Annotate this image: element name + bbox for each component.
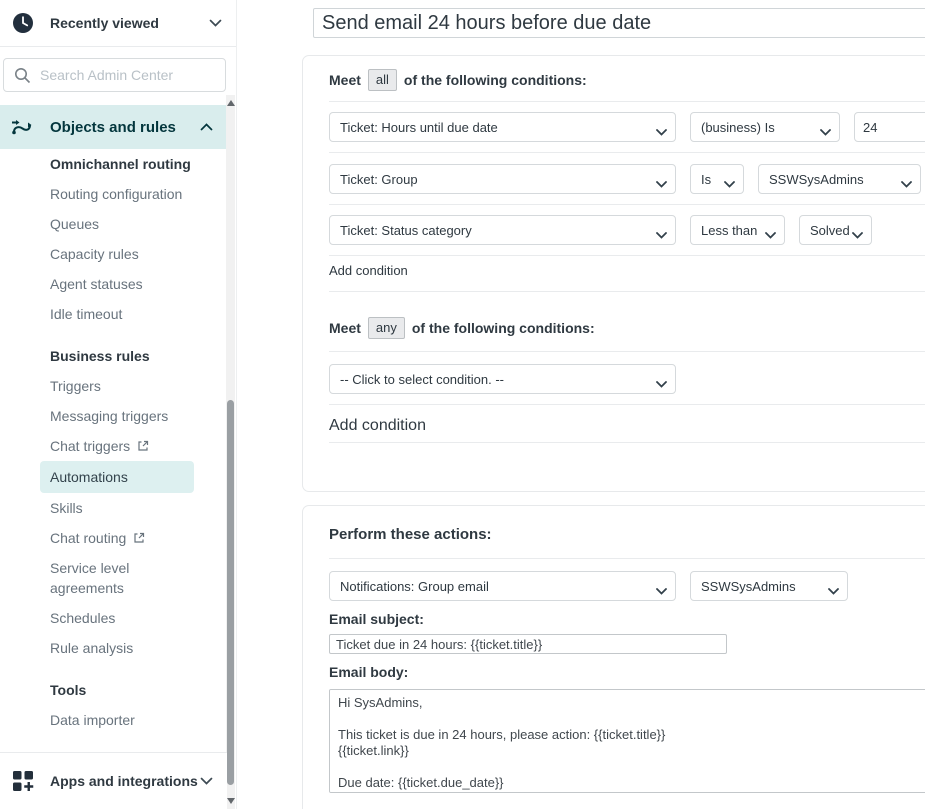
add-condition-any-link[interactable]: Add condition xyxy=(329,417,426,435)
actions-heading: Perform these actions: xyxy=(329,526,492,543)
scrollbar-up-arrow[interactable] xyxy=(227,100,235,106)
divider xyxy=(329,255,925,256)
actions-panel: Perform these actions: Notifications: Gr… xyxy=(302,505,925,809)
apps-and-integrations-label: Apps and integrations xyxy=(50,771,200,791)
condition-operator-select[interactable]: (business) Is xyxy=(690,112,840,142)
sidebar-item-idle-timeout[interactable]: Idle timeout xyxy=(0,299,227,329)
sidebar-item-schedules[interactable]: Schedules xyxy=(0,603,227,633)
divider xyxy=(329,291,925,292)
chevron-up-icon xyxy=(200,123,213,131)
search-box[interactable] xyxy=(3,58,226,92)
chevron-down-icon xyxy=(656,227,667,242)
conditions-panel: Meet all of the following conditions: Ti… xyxy=(302,55,925,492)
recently-viewed-label: Recently viewed xyxy=(50,15,209,31)
chevron-down-icon xyxy=(656,124,667,139)
condition-operator-select[interactable]: Is xyxy=(690,164,744,194)
sidebar-item-chat-routing[interactable]: Chat routing xyxy=(0,523,227,553)
sidebar-item-routing-configuration[interactable]: Routing configuration xyxy=(0,179,227,209)
nav-group-tools: Tools xyxy=(0,675,227,705)
condition-value-select[interactable]: SSWSysAdmins xyxy=(758,164,921,194)
condition-field-select[interactable]: Ticket: Hours until due date xyxy=(329,112,676,142)
chevron-down-icon xyxy=(656,176,667,191)
sidebar-item-queues[interactable]: Queues xyxy=(0,209,227,239)
condition-row-empty: -- Click to select condition. -- xyxy=(329,364,925,394)
sidebar-item-objects-and-rules[interactable]: Objects and rules xyxy=(0,105,227,149)
scrollbar-thumb[interactable] xyxy=(227,400,234,785)
condition-value-select[interactable]: Solved xyxy=(799,215,872,245)
route-icon xyxy=(10,117,36,137)
sidebar-item-skills[interactable]: Skills xyxy=(0,493,227,523)
divider xyxy=(329,204,925,205)
chevron-down-icon xyxy=(828,583,839,598)
external-link-icon xyxy=(137,440,149,452)
condition-field-select[interactable]: Ticket: Group xyxy=(329,164,676,194)
add-condition-all-link[interactable]: Add condition xyxy=(329,263,408,278)
section-label: Objects and rules xyxy=(50,119,200,136)
condition-row: Ticket: Group Is SSWSysAdmins xyxy=(329,164,925,194)
chevron-down-icon xyxy=(852,227,863,242)
sidebar-scrollbar[interactable] xyxy=(226,95,235,809)
chevron-down-icon xyxy=(724,176,735,191)
sidebar-item-rule-analysis[interactable]: Rule analysis xyxy=(0,633,227,663)
divider xyxy=(329,351,925,352)
meet-any-line: Meet any of the following conditions: xyxy=(329,316,595,340)
chevron-down-icon xyxy=(820,124,831,139)
chevron-down-icon xyxy=(656,583,667,598)
nav-group-omnichannel-routing: Omnichannel routing xyxy=(0,149,227,179)
condition-row: Ticket: Status category Less than Solved xyxy=(329,215,925,245)
sidebar-item-automations[interactable]: Automations xyxy=(40,461,194,493)
nav-group-business-rules: Business rules xyxy=(0,341,227,371)
search-icon xyxy=(14,67,31,89)
match-type-any-selector[interactable]: any xyxy=(368,317,405,339)
sidebar-item-triggers[interactable]: Triggers xyxy=(0,371,227,401)
sidebar-item-agent-statuses[interactable]: Agent statuses xyxy=(0,269,227,299)
condition-row: Ticket: Hours until due date (business) … xyxy=(329,112,925,142)
external-link-icon xyxy=(133,532,145,544)
meet-all-line: Meet all of the following conditions: xyxy=(329,68,587,92)
apps-grid-icon xyxy=(12,770,34,792)
sidebar-item-data-importer[interactable]: Data importer xyxy=(0,705,227,735)
sidebar-nav: Objects and rules Omnichannel routing Ro… xyxy=(0,105,227,735)
admin-center-app: Recently viewed Objects and rules xyxy=(0,0,925,809)
condition-value-input[interactable] xyxy=(854,112,925,142)
scrollbar-down-arrow[interactable] xyxy=(227,798,235,804)
divider xyxy=(329,101,925,102)
chevron-down-icon xyxy=(200,777,213,785)
action-target-select[interactable]: SSWSysAdmins xyxy=(690,571,848,601)
chevron-down-icon xyxy=(765,227,776,242)
divider xyxy=(329,442,925,443)
select-condition-placeholder[interactable]: -- Click to select condition. -- xyxy=(329,364,676,394)
chevron-down-icon xyxy=(656,376,667,391)
email-body-label: Email body: xyxy=(329,664,408,680)
divider xyxy=(329,558,925,559)
condition-operator-select[interactable]: Less than xyxy=(690,215,785,245)
sidebar-item-capacity-rules[interactable]: Capacity rules xyxy=(0,239,227,269)
sidebar-item-service-level-agreements[interactable]: Service level agreements xyxy=(0,553,227,603)
sidebar-item-chat-triggers[interactable]: Chat triggers xyxy=(0,431,227,461)
email-subject-label: Email subject: xyxy=(329,611,424,627)
action-type-select[interactable]: Notifications: Group email xyxy=(329,571,676,601)
sidebar-item-messaging-triggers[interactable]: Messaging triggers xyxy=(0,401,227,431)
search-input[interactable] xyxy=(38,66,198,84)
match-type-all-selector[interactable]: all xyxy=(368,69,397,91)
chevron-down-icon xyxy=(901,176,912,191)
action-row: Notifications: Group email SSWSysAdmins xyxy=(329,571,925,601)
divider xyxy=(329,152,925,153)
condition-field-select[interactable]: Ticket: Status category xyxy=(329,215,676,245)
chevron-down-icon xyxy=(209,19,222,27)
sidebar-item-apps-and-integrations[interactable]: Apps and integrations xyxy=(0,752,227,809)
recently-viewed-dropdown[interactable]: Recently viewed xyxy=(0,0,236,47)
automation-editor: Meet all of the following conditions: Ti… xyxy=(302,0,925,809)
automation-title-input[interactable] xyxy=(313,8,925,38)
email-body-textarea[interactable]: Hi SysAdmins, This ticket is due in 24 h… xyxy=(329,689,925,793)
sidebar: Recently viewed Objects and rules xyxy=(0,0,237,809)
email-subject-input[interactable] xyxy=(329,634,727,654)
divider xyxy=(329,404,925,405)
clock-icon xyxy=(12,12,34,34)
